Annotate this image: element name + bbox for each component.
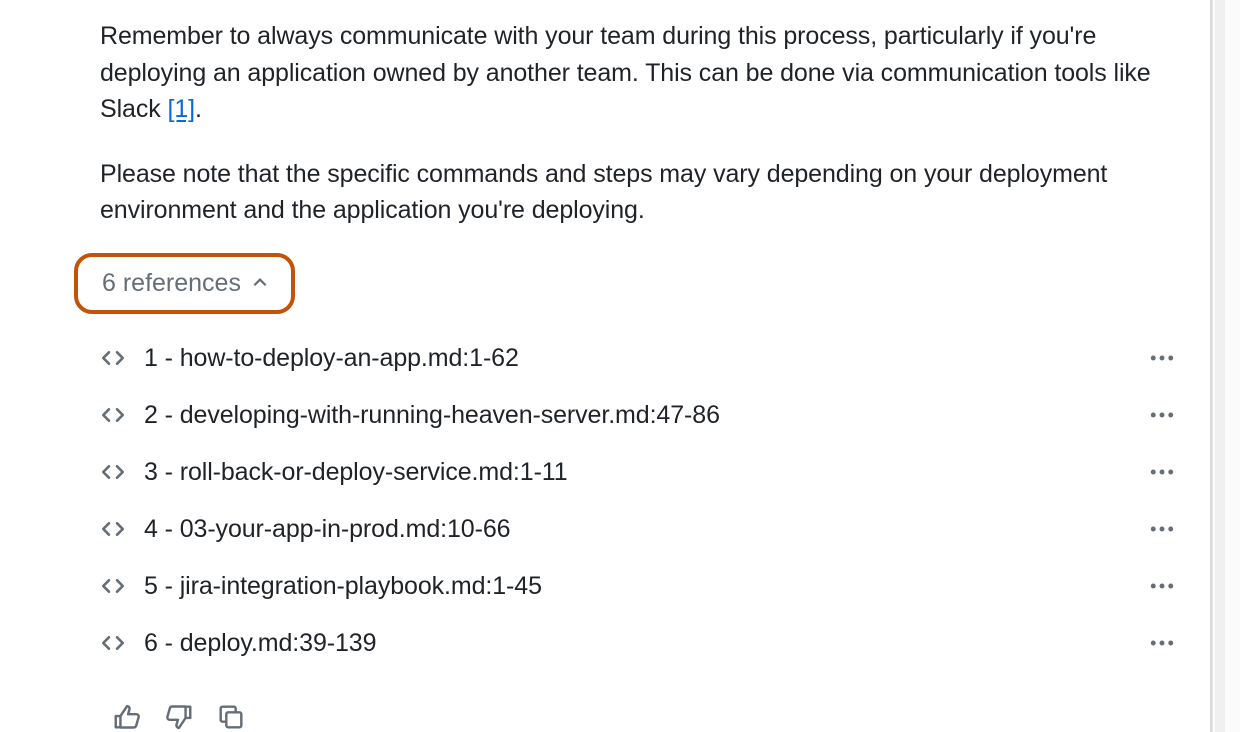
reference-list: 1 - how-to-deploy-an-app.md:1-62 2 - dev… <box>100 330 1192 672</box>
code-icon <box>100 402 126 428</box>
code-icon <box>100 345 126 371</box>
code-icon <box>100 516 126 542</box>
paragraph-text: Remember to always communicate with your… <box>100 22 1151 123</box>
reference-item[interactable]: 5 - jira-integration-playbook.md:1-45 <box>100 558 1192 615</box>
reference-item[interactable]: 6 - deploy.md:39-139 <box>100 615 1192 672</box>
thumbs-up-icon[interactable] <box>112 702 142 732</box>
reference-label: 5 - jira-integration-playbook.md:1-45 <box>144 572 542 601</box>
response-paragraph-1: Remember to always communicate with your… <box>100 18 1192 128</box>
response-paragraph-2: Please note that the specific commands a… <box>100 156 1192 229</box>
more-icon[interactable] <box>1148 458 1176 486</box>
reference-label: 4 - 03-your-app-in-prod.md:10-66 <box>144 515 510 544</box>
references-toggle-label: 6 references <box>102 269 241 298</box>
more-icon[interactable] <box>1148 401 1176 429</box>
copy-icon[interactable] <box>216 702 246 732</box>
feedback-bar <box>100 702 1192 732</box>
reference-item[interactable]: 1 - how-to-deploy-an-app.md:1-62 <box>100 330 1192 387</box>
panel-left-edge <box>0 0 14 732</box>
references-toggle[interactable]: 6 references <box>74 253 295 314</box>
more-icon[interactable] <box>1148 344 1176 372</box>
reference-label: 6 - deploy.md:39-139 <box>144 629 376 658</box>
more-icon[interactable] <box>1148 572 1176 600</box>
reference-item[interactable]: 2 - developing-with-running-heaven-serve… <box>100 387 1192 444</box>
paragraph-text-tail: . <box>195 95 202 123</box>
chevron-up-icon <box>251 274 269 292</box>
reference-label: 2 - developing-with-running-heaven-serve… <box>144 401 720 430</box>
reference-label: 3 - roll-back-or-deploy-service.md:1-11 <box>144 458 568 487</box>
code-icon <box>100 459 126 485</box>
code-icon <box>100 573 126 599</box>
more-icon[interactable] <box>1148 515 1176 543</box>
reference-item[interactable]: 4 - 03-your-app-in-prod.md:10-66 <box>100 501 1192 558</box>
code-icon <box>100 630 126 656</box>
thumbs-down-icon[interactable] <box>164 702 194 732</box>
citation-link-1[interactable]: [1] <box>167 95 195 123</box>
scrollbar-gutter <box>1215 0 1225 732</box>
reference-item[interactable]: 3 - roll-back-or-deploy-service.md:1-11 <box>100 444 1192 501</box>
reference-label: 1 - how-to-deploy-an-app.md:1-62 <box>144 344 519 373</box>
scrollbar-track[interactable] <box>1212 0 1240 732</box>
chat-response-panel: Remember to always communicate with your… <box>14 0 1212 732</box>
more-icon[interactable] <box>1148 629 1176 657</box>
